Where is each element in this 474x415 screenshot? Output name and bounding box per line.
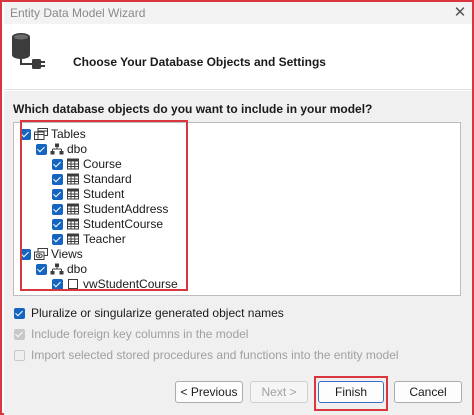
table-checkbox[interactable] <box>52 218 63 230</box>
view-group-icon <box>34 248 48 260</box>
tree-node-views[interactable]: Views <box>20 247 83 261</box>
table-checkbox[interactable] <box>52 173 63 185</box>
table-label: Teacher <box>83 232 126 246</box>
table-icon <box>67 218 79 230</box>
stored-procs-checkbox <box>14 349 25 361</box>
previous-button[interactable]: < Previous <box>175 381 243 403</box>
tree-item-view[interactable]: vwStudentCourse <box>52 277 178 291</box>
schema-icon <box>50 143 64 155</box>
table-label: StudentCourse <box>83 217 164 231</box>
schema-icon <box>50 263 64 275</box>
foreign-keys-label: Include foreign key columns in the model <box>31 327 249 341</box>
views-checkbox[interactable] <box>20 248 31 260</box>
tables-schema-label: dbo <box>67 142 88 156</box>
tree-item-table[interactable]: StudentCourse <box>52 217 163 231</box>
pluralize-label: Pluralize or singularize generated objec… <box>31 306 284 320</box>
title-bar: Entity Data Model Wizard ✕ <box>4 2 472 24</box>
stored-procs-label: Import selected stored procedures and fu… <box>31 348 399 362</box>
wizard-window: Entity Data Model Wizard ✕ Choose Your D… <box>0 0 474 415</box>
tree-node-tables[interactable]: Tables <box>20 127 86 141</box>
tables-label: Tables <box>51 127 86 141</box>
content-area: Which database objects do you want to in… <box>4 91 472 415</box>
pluralize-option[interactable]: Pluralize or singularize generated objec… <box>14 306 284 320</box>
table-checkbox[interactable] <box>52 233 63 245</box>
tree-node-tables-dbo[interactable]: dbo <box>36 142 87 156</box>
pluralize-checkbox[interactable] <box>14 307 25 319</box>
objects-question: Which database objects do you want to in… <box>13 102 373 116</box>
table-icon <box>67 173 79 185</box>
tree-item-table[interactable]: Student <box>52 187 124 201</box>
table-checkbox[interactable] <box>52 158 63 170</box>
database-plug-icon <box>12 33 45 69</box>
foreign-keys-checkbox <box>14 328 25 340</box>
database-objects-tree[interactable]: Tables dbo Course Standard Student Stude… <box>13 122 461 296</box>
page-title: Choose Your Database Objects and Setting… <box>73 55 326 69</box>
tree-item-table[interactable]: StudentAddress <box>52 202 168 216</box>
close-button[interactable]: ✕ <box>452 5 468 21</box>
table-icon <box>67 158 79 170</box>
next-button: Next > <box>250 381 308 403</box>
window-title: Entity Data Model Wizard <box>10 6 146 20</box>
table-group-icon <box>34 128 48 140</box>
view-checkbox[interactable] <box>52 278 63 290</box>
table-label: Course <box>83 157 122 171</box>
tree-item-table[interactable]: Course <box>52 157 122 171</box>
views-schema-label: dbo <box>67 262 88 276</box>
stored-procs-option: Import selected stored procedures and fu… <box>14 348 399 362</box>
table-icon <box>67 233 79 245</box>
table-checkbox[interactable] <box>52 203 63 215</box>
tables-checkbox[interactable] <box>20 128 31 140</box>
tree-node-views-dbo[interactable]: dbo <box>36 262 87 276</box>
view-icon <box>68 279 78 289</box>
header-panel: Choose Your Database Objects and Setting… <box>4 24 472 90</box>
view-label: vwStudentCourse <box>83 277 178 291</box>
table-checkbox[interactable] <box>52 188 63 200</box>
table-label: StudentAddress <box>83 202 169 216</box>
views-dbo-checkbox[interactable] <box>36 263 47 275</box>
tables-dbo-checkbox[interactable] <box>36 143 47 155</box>
table-icon <box>67 188 79 200</box>
views-label: Views <box>51 247 83 261</box>
table-label: Standard <box>83 172 132 186</box>
cancel-button[interactable]: Cancel <box>394 381 462 403</box>
foreign-keys-option: Include foreign key columns in the model <box>14 327 248 341</box>
tree-item-table[interactable]: Teacher <box>52 232 126 246</box>
tree-item-table[interactable]: Standard <box>52 172 132 186</box>
finish-button[interactable]: Finish <box>318 381 384 403</box>
table-icon <box>67 203 79 215</box>
table-label: Student <box>83 187 125 201</box>
